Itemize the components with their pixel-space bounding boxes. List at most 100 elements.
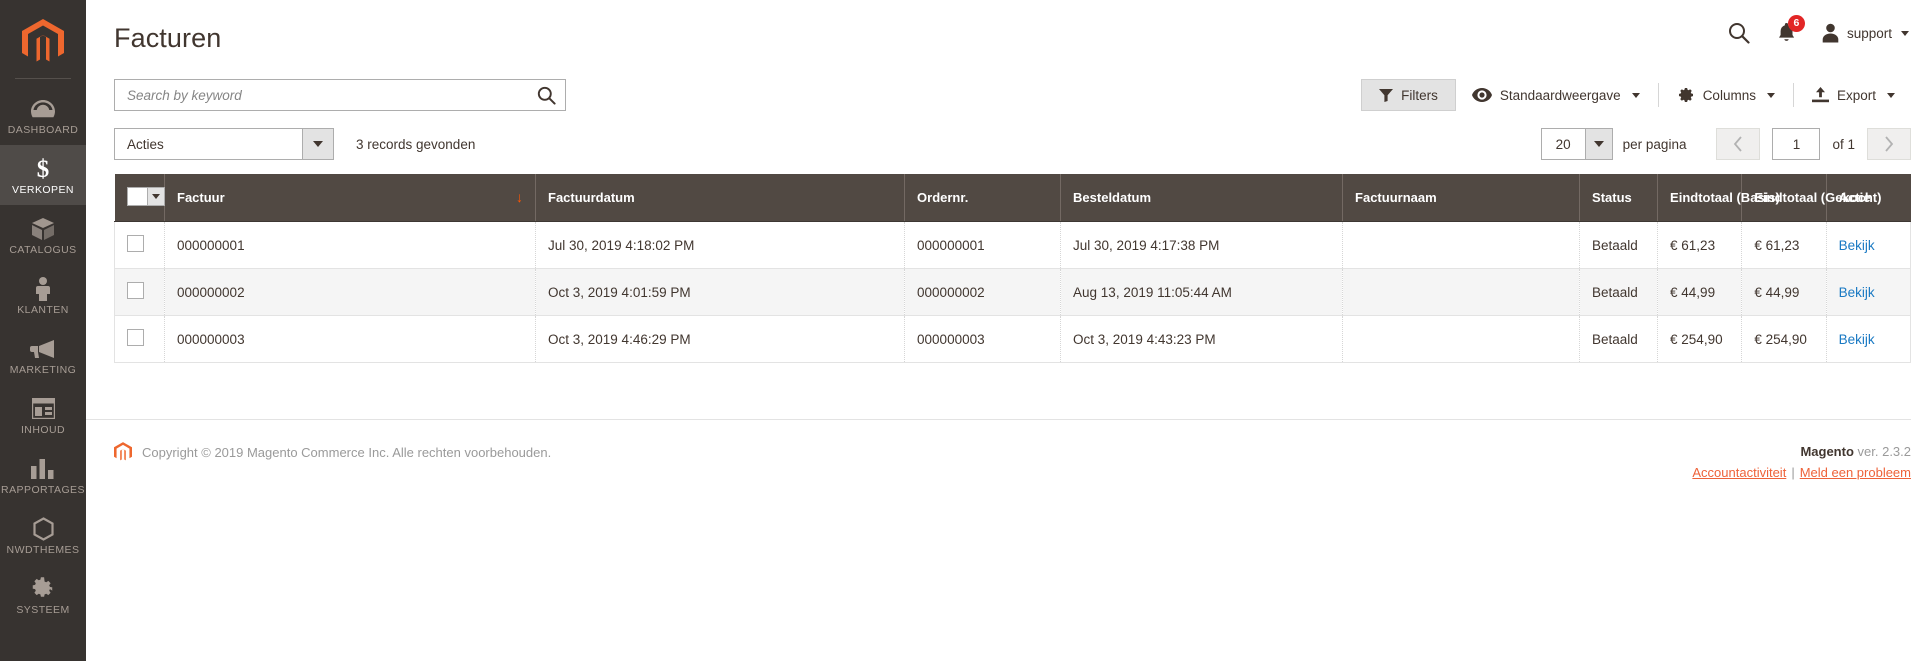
report-issue-link[interactable]: Meld een probleem (1800, 465, 1911, 480)
select-all-checkbox[interactable] (127, 188, 147, 205)
cell-eindtotaal-gekocht: € 254,90 (1741, 315, 1827, 363)
column-header-eindtotaal-gekocht[interactable]: Eindtotaal (Gekocht) (1741, 174, 1881, 222)
records-found-label: 3 records gevonden (356, 136, 476, 152)
columns-label: Columns (1702, 87, 1756, 103)
cell-ordernr: 000000003 (904, 315, 1062, 363)
export-dropdown[interactable]: Export (1796, 79, 1911, 111)
user-name: support (1846, 25, 1892, 41)
column-label: Ordernr. (917, 190, 969, 205)
per-page-label: per pagina (1622, 136, 1687, 152)
svg-text:$: $ (37, 156, 50, 181)
chevron-down-icon (1584, 129, 1612, 159)
sidebar-item-rapportages[interactable]: RAPPORTAGES (0, 445, 86, 505)
chevron-left-icon (1734, 136, 1743, 152)
upload-icon (1811, 87, 1829, 103)
cell-status: Betaald (1579, 268, 1659, 316)
columns-dropdown[interactable]: Columns (1661, 79, 1791, 111)
sidebar-item-label: KLANTEN (17, 304, 69, 316)
system-gear-icon (31, 576, 55, 601)
search-submit-button[interactable] (535, 84, 557, 106)
cell-actie: Bekijk (1826, 268, 1911, 316)
column-header-status[interactable]: Status (1579, 174, 1659, 222)
sidebar-item-dashboard[interactable]: DASHBOARD (0, 85, 86, 145)
sidebar-item-marketing[interactable]: MARKETING (0, 325, 86, 385)
invoices-grid: Factuur ↓ Factuurdatum Ordernr. Bestelda… (114, 174, 1911, 363)
table-body: 000000001 Jul 30, 2019 4:18:02 PM 000000… (114, 221, 1911, 363)
sidebar-item-verkopen[interactable]: $ VERKOPEN (0, 145, 86, 205)
cell-eindtotaal-gekocht: € 44,99 (1741, 268, 1827, 316)
page-content: Filters Standaardweergave (86, 66, 1911, 363)
next-page-button[interactable] (1867, 128, 1911, 160)
view-invoice-link[interactable]: Bekijk (1839, 238, 1875, 253)
cell-factuur: 000000003 (164, 315, 537, 363)
page-number-input[interactable]: 1 (1772, 128, 1821, 160)
per-page-dropdown[interactable]: 20 (1540, 128, 1613, 160)
search-box[interactable] (114, 79, 566, 111)
search-icon (537, 86, 556, 105)
chevron-down-icon (146, 188, 164, 205)
column-header-actie: Actie (1826, 174, 1911, 222)
row-select-cell[interactable] (114, 268, 165, 316)
sidebar-item-systeem[interactable]: SYSTEEM (0, 565, 86, 625)
cell-factuur: 000000001 (164, 221, 537, 269)
select-all-header[interactable] (114, 174, 165, 222)
row-select-cell[interactable] (114, 221, 165, 269)
table-row[interactable]: 000000002 Oct 3, 2019 4:01:59 PM 0000000… (114, 268, 1911, 316)
sidebar-item-label: MARKETING (9, 364, 77, 376)
toolbar-divider (1792, 83, 1794, 107)
cell-eindtotaal-basis: € 61,23 (1657, 221, 1743, 269)
search-input[interactable] (115, 80, 565, 110)
user-avatar-icon (1822, 23, 1839, 43)
sidebar-item-catalogus[interactable]: CATALOGUS (0, 205, 86, 265)
view-bookmarks-dropdown[interactable]: Standaardweergave (1456, 79, 1656, 111)
table-header-row: Factuur ↓ Factuurdatum Ordernr. Bestelda… (114, 174, 1911, 222)
notifications-button[interactable]: 6 (1761, 13, 1813, 53)
chevron-down-icon (302, 129, 333, 159)
view-label: Standaardweergave (1499, 87, 1621, 103)
column-label: Factuurdatum (548, 190, 635, 205)
previous-page-button[interactable] (1716, 128, 1761, 160)
export-label: Export (1836, 87, 1876, 103)
column-header-factuurdatum[interactable]: Factuurdatum (535, 174, 906, 222)
actions-dropdown[interactable]: Acties (114, 128, 334, 160)
sort-arrow-icon: ↓ (516, 189, 524, 205)
select-all-dropdown[interactable] (126, 187, 165, 206)
row-select-cell[interactable] (114, 315, 165, 363)
row-checkbox[interactable] (127, 329, 144, 346)
notification-badge: 6 (1787, 15, 1805, 32)
main-area: 6 support Facturen Search by keyword Fil… (86, 0, 1911, 661)
header-search-button[interactable] (1717, 13, 1761, 53)
column-header-factuurnaam[interactable]: Factuurnaam (1342, 174, 1581, 222)
chevron-down-icon (1631, 92, 1640, 98)
row-checkbox[interactable] (127, 235, 144, 252)
filters-label: Filters (1401, 87, 1438, 103)
column-header-ordernr[interactable]: Ordernr. (904, 174, 1062, 222)
sidebar-item-klanten[interactable]: KLANTEN (0, 265, 86, 325)
cell-eindtotaal-basis: € 254,90 (1657, 315, 1743, 363)
sales-dollar-icon: $ (34, 156, 52, 181)
table-row[interactable]: 000000001 Jul 30, 2019 4:18:02 PM 000000… (114, 221, 1911, 269)
column-header-besteldatum[interactable]: Besteldatum (1060, 174, 1344, 222)
cell-ordernr: 000000002 (904, 268, 1062, 316)
sidebar-item-inhoud[interactable]: INHOUD (0, 385, 86, 445)
sidebar-item-nwdthemes[interactable]: NWDTHEMES (0, 505, 86, 565)
sidebar-item-label: INHOUD (20, 424, 66, 436)
filters-button[interactable]: Filters (1361, 79, 1456, 111)
column-header-eindtotaal-basis[interactable]: Eindtotaal (Basis) (1657, 174, 1780, 222)
magento-logo[interactable] (0, 8, 86, 76)
view-invoice-link[interactable]: Bekijk (1839, 332, 1875, 347)
row-checkbox[interactable] (127, 282, 144, 299)
chevron-down-icon (1901, 30, 1909, 36)
total-pages-label: of 1 (1832, 136, 1855, 152)
magento-logo-icon (22, 19, 64, 62)
column-header-factuur[interactable]: Factuur ↓ (164, 174, 537, 222)
cell-status: Betaald (1579, 315, 1659, 363)
sidebar-item-label: VERKOPEN (12, 184, 74, 196)
cell-factuurdatum: Jul 30, 2019 4:18:02 PM (535, 221, 906, 269)
user-menu[interactable]: support (1813, 23, 1911, 43)
account-activity-link[interactable]: Accountactiviteit (1692, 465, 1786, 480)
search-icon (1728, 23, 1750, 44)
view-invoice-link[interactable]: Bekijk (1839, 285, 1875, 300)
table-row[interactable]: 000000003 Oct 3, 2019 4:46:29 PM 0000000… (114, 315, 1911, 363)
admin-footer: Copyright © 2019 Magento Commerce Inc. A… (86, 419, 1911, 484)
